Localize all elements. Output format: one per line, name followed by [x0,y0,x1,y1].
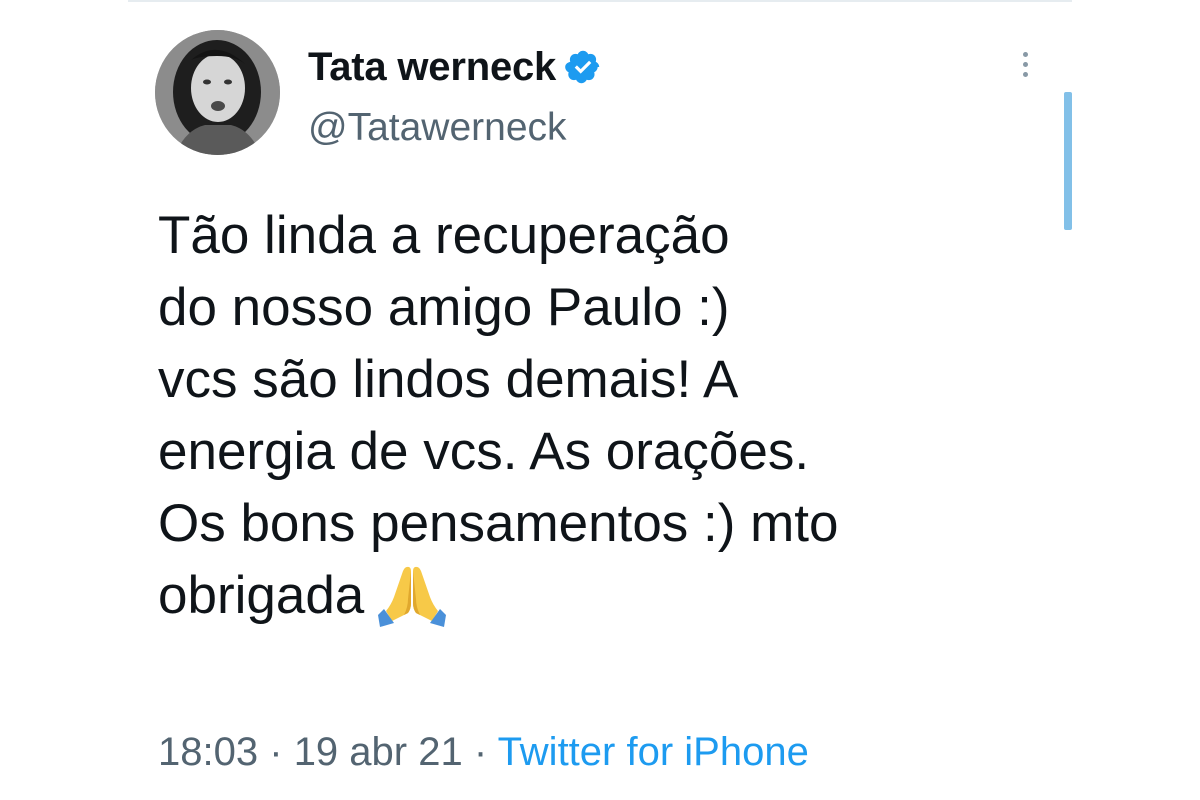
tweet-text-last-line: obrigada [158,560,1058,632]
tweet-text-line: do nosso amigo Paulo :) [158,278,730,337]
author-avatar[interactable] [155,30,280,155]
display-name-row[interactable]: Tata werneck [308,42,602,92]
folded-hands-icon [378,563,447,627]
tweet-text-line: Os bons pensamentos :) mto [158,494,839,553]
tweet-time[interactable]: 18:03 [158,730,258,774]
scrollbar-thumb[interactable] [1064,92,1072,230]
meta-separator: · [473,730,488,774]
tweet-text-line: Tão linda a recuperação [158,206,730,265]
more-options-icon[interactable] [1015,52,1035,86]
tweet-meta: 18:03 · 19 abr 21 · Twitter for iPhone [158,730,809,775]
tweet-text: Tão linda a recuperação do nosso amigo P… [158,200,1058,632]
tweet-date[interactable]: 19 abr 21 [294,730,463,774]
meta-separator: · [269,730,283,774]
verified-badge-icon [564,48,602,86]
top-divider [128,0,1072,2]
tweet-text-line: energia de vcs. As orações. [158,422,810,481]
author-handle[interactable]: @Tatawerneck [308,106,567,150]
display-name[interactable]: Tata werneck [308,45,556,90]
tweet-text-line: vcs são lindos demais! A [158,350,739,409]
tweet-source-link[interactable]: Twitter for iPhone [498,730,809,774]
tweet-text-line: obrigada [158,566,365,625]
